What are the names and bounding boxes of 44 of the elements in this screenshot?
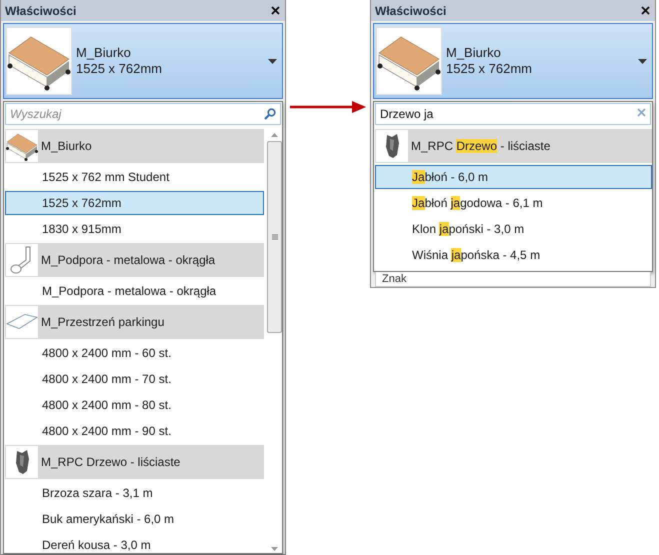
type-item[interactable]: 1525 x 762mm [5,191,264,215]
type-name: 1525 x 762mm [76,61,163,77]
tree-icon [384,133,400,159]
type-item[interactable]: Wiśnia japońska - 4,5 m [375,243,652,267]
panel-title: Właściwości [5,4,76,18]
grip-icon [272,234,278,240]
type-item[interactable]: 4800 x 2400 mm - 60 st. [5,341,264,365]
type-item[interactable]: Buk amerykański - 6,0 m [5,507,264,531]
type-item[interactable]: Klon japoński - 3,0 m [375,217,652,241]
family-name: M_Biurko [40,139,92,153]
tree-icon [14,449,30,475]
scroll-thumb[interactable] [267,141,282,333]
type-name: 1525 x 762mm [446,61,533,77]
type-item[interactable]: Dereń kousa - 3,0 m [5,533,264,553]
family-name: M_Przestrzeń parkingu [40,315,164,329]
scroll-down-icon[interactable] [271,547,278,551]
family-name: M_Biurko [76,45,132,61]
type-item[interactable]: Jabłoń - 6,0 m [375,165,652,189]
family-name: M_Podpora - metalowa - okrągła [40,253,216,267]
arrow-icon [290,101,366,113]
search-icon[interactable] [264,108,276,120]
type-item[interactable]: 1525 x 762 mm Student [5,165,264,189]
type-selector[interactable]: M_Biurko 1525 x 762mm [3,23,283,99]
search-field[interactable]: Wyszukaj [5,103,281,125]
parking-icon [6,312,38,332]
close-icon[interactable] [271,6,280,15]
property-label: Znak [381,272,408,286]
caret-icon [268,58,277,64]
scroll-up-icon[interactable] [271,133,278,137]
caret-icon [638,58,647,64]
type-item[interactable]: M_Podpora - metalowa - okrągła [5,279,264,303]
type-item[interactable]: 1830 x 915mm [5,217,264,241]
family-name: M_RPC Drzewo - liściaste [40,455,180,469]
clear-icon[interactable] [637,108,646,117]
type-item[interactable]: Brzoza szara - 3,1 m [5,481,264,505]
search-field[interactable]: Drzewo ja [375,103,651,125]
close-icon[interactable] [641,6,650,15]
family-name: M_Biurko [446,45,502,61]
type-item[interactable]: 4800 x 2400 mm - 90 st. [5,419,264,443]
panel-title: Właściwości [375,4,446,18]
type-selector[interactable]: M_Biurko 1525 x 762mm [373,23,653,99]
type-item[interactable]: 4800 x 2400 mm - 80 st. [5,393,264,417]
family-name: M_RPC Drzewo - liściaste [410,139,550,153]
type-item[interactable]: 4800 x 2400 mm - 70 st. [5,367,264,391]
